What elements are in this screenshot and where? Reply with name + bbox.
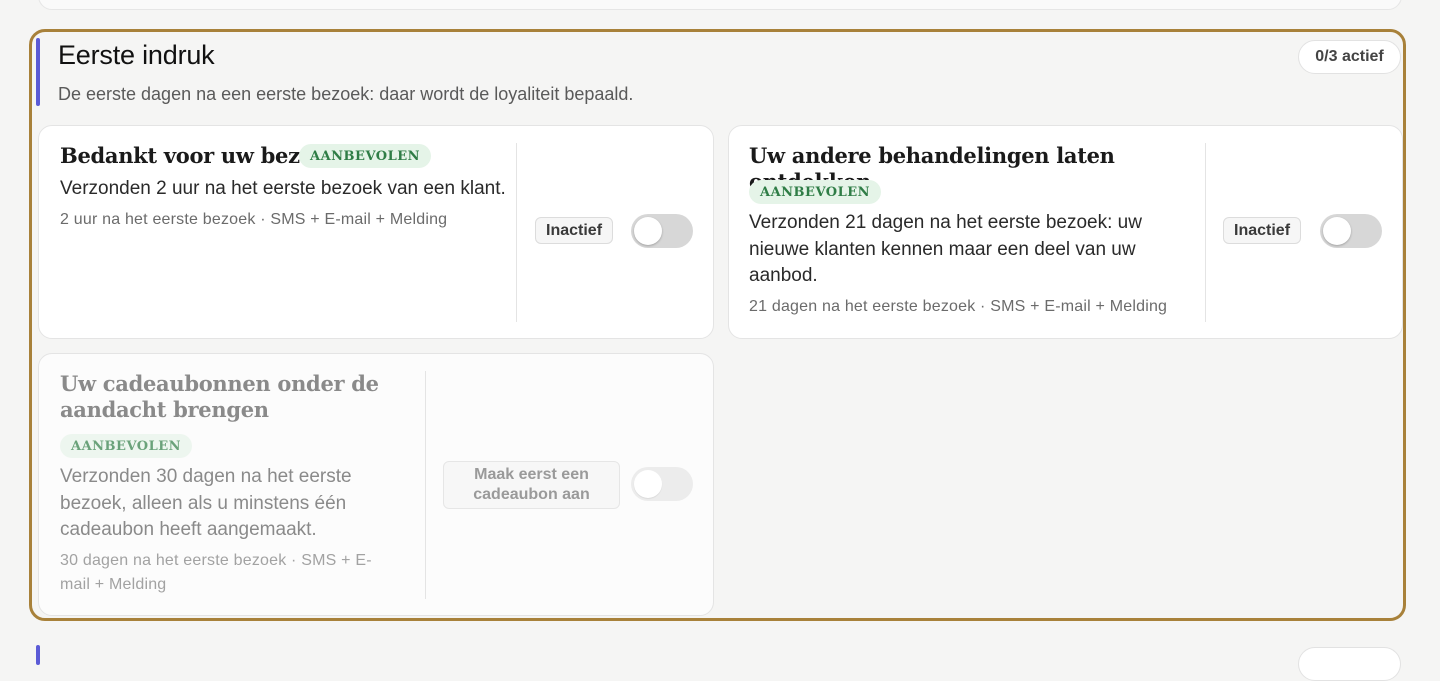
toggle-knob [634, 470, 662, 498]
card-divider [1205, 143, 1206, 322]
section-accent-bar [36, 38, 40, 106]
section-title: Eerste indruk [58, 40, 215, 70]
toggle-knob [1323, 217, 1351, 245]
card-divider [516, 143, 517, 322]
card-description: Verzonden 2 uur na het eerste bezoek van… [60, 178, 506, 199]
recommended-badge: AANBEVOLEN [60, 434, 193, 458]
activation-toggle[interactable] [1320, 214, 1382, 248]
next-section-accent-bar [36, 645, 40, 665]
previous-section-card [38, 0, 1402, 10]
section-subtitle: De eerste dagen na een eerste bezoek: da… [58, 84, 634, 104]
automation-card-behandelingen: Uw andere behandelingen laten ontdekken … [728, 125, 1403, 339]
automation-card-bedankt: Bedankt voor uw bezoek! AANBEVOLEN Verzo… [38, 125, 714, 339]
card-meta: 30 dagen na het eerste bezoek · SMS + E-… [60, 552, 372, 593]
card-title: Uw cadeaubonnen onder de aandacht brenge… [60, 371, 379, 422]
card-description: Verzonden 21 dagen na het eerste bezoek:… [749, 212, 1142, 286]
status-label: Inactief [1223, 217, 1302, 244]
recommended-badge: AANBEVOLEN [299, 144, 432, 168]
toggle-knob [634, 217, 662, 245]
card-meta: 21 dagen na het eerste bezoek · SMS + E-… [749, 298, 1168, 315]
card-divider [425, 371, 426, 599]
recommended-badge: AANBEVOLEN [749, 180, 882, 204]
activation-toggle-disabled [631, 467, 693, 501]
next-section-count-badge [1298, 647, 1401, 681]
create-giftcard-first-label: Maak eerst een cadeaubon aan [443, 461, 620, 509]
automation-card-cadeaubonnen: Uw cadeaubonnen onder de aandacht brenge… [38, 353, 714, 616]
activation-toggle[interactable] [631, 214, 693, 248]
card-description: Verzonden 30 dagen na het eerste bezoek,… [60, 466, 352, 540]
active-count-badge: 0/3 actief [1298, 40, 1401, 74]
card-meta: 2 uur na het eerste bezoek · SMS + E-mai… [60, 211, 448, 228]
status-label: Inactief [535, 217, 614, 244]
